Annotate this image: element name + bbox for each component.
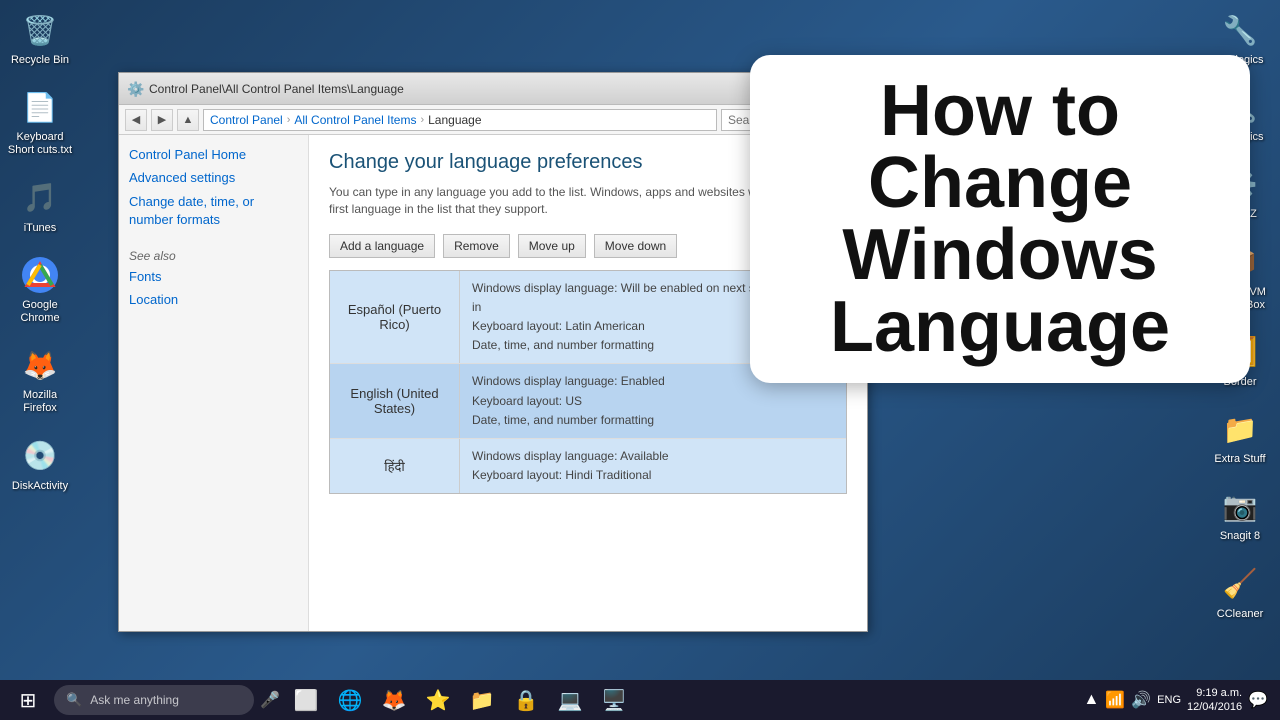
taskbar-search-input[interactable] — [90, 693, 240, 707]
sidebar-location[interactable]: Location — [129, 292, 298, 307]
diskactivity-image: 💿 — [20, 436, 60, 476]
sidebar-change-date-time[interactable]: Change date, time, or number formats — [129, 193, 298, 229]
overlay-line2: Change — [780, 147, 1220, 219]
recycle-bin-label: Recycle Bin — [11, 54, 69, 67]
snagit-icon[interactable]: 📷 Snagit 8 — [1205, 486, 1275, 543]
snagit-label: Snagit 8 — [1220, 530, 1260, 543]
search-icon: 🔍 — [66, 692, 82, 708]
keyboard-label: Keyboard Short cuts.txt — [5, 131, 75, 157]
desktop: 🗑️ Recycle Bin 📄 Keyboard Short cuts.txt… — [0, 0, 1280, 720]
taskbar-app-edge[interactable]: ⭐ — [418, 680, 458, 720]
breadcrumb-sep-2: › — [420, 114, 424, 126]
add-language-button[interactable]: Add a language — [329, 234, 435, 258]
taskbar-app-screen[interactable]: 🖥️ — [594, 680, 634, 720]
taskbar-app-firefox[interactable]: 🦊 — [374, 680, 414, 720]
extra-stuff-image: 📁 — [1220, 409, 1260, 449]
back-button[interactable]: ◀ — [125, 109, 147, 131]
itunes-icon[interactable]: 🎵 iTunes — [5, 178, 75, 235]
overlay-line4: Language — [780, 291, 1220, 363]
english-name: English (United States) — [330, 364, 460, 438]
spanish-detail3: Date, time, and number formatting — [472, 336, 773, 355]
google-chrome-icon[interactable]: Google Chrome — [5, 255, 75, 325]
spanish-detail1: Windows display language: Will be enable… — [472, 279, 773, 317]
chrome-label: Google Chrome — [5, 299, 75, 325]
forward-button[interactable]: ▶ — [151, 109, 173, 131]
taskbar-app-ie[interactable]: 🌐 — [330, 680, 370, 720]
tray-network-icon[interactable]: 📶 — [1105, 690, 1125, 710]
extra-stuff-label: Extra Stuff — [1214, 453, 1265, 466]
diskactivity-label: DiskActivity — [12, 480, 68, 493]
window-icon: ⚙️ — [127, 81, 143, 97]
tray-time-value: 9:19 a.m. — [1187, 686, 1242, 700]
address-path[interactable]: Control Panel › All Control Panel Items … — [203, 109, 717, 131]
start-button[interactable]: ⊞ — [8, 680, 48, 720]
tray-notification-icon[interactable]: 💬 — [1248, 690, 1268, 710]
english-detail2: Keyboard layout: US — [472, 392, 834, 411]
tray-chevron-icon[interactable]: ▲ — [1083, 691, 1099, 709]
taskbar-app-folder[interactable]: 📁 — [462, 680, 502, 720]
taskbar-mic-icon[interactable]: 🎤 — [260, 690, 280, 710]
diskactivity-icon[interactable]: 💿 DiskActivity — [5, 436, 75, 493]
keyboard-image: 📄 — [20, 87, 60, 127]
firefox-image: 🦊 — [20, 345, 60, 385]
firefox-icon[interactable]: 🦊 Mozilla Firefox — [5, 345, 75, 415]
recycle-bin-image: 🗑️ — [20, 10, 60, 50]
tray-clock: 9:19 a.m. 12/04/2016 — [1187, 686, 1242, 715]
spanish-detail2: Keyboard layout: Latin American — [472, 317, 773, 336]
taskbar: ⊞ 🔍 🎤 ⬜ 🌐 🦊 ⭐ 📁 🔒 💻 🖥️ ▲ 📶 🔊 ENG 9:19 a.… — [0, 680, 1280, 720]
itunes-image: 🎵 — [20, 178, 60, 218]
spanish-name: Español (Puerto Rico) — [330, 271, 460, 364]
taskbar-app-task-view[interactable]: ⬜ — [286, 680, 326, 720]
english-detail3: Date, time, and number formatting — [472, 411, 834, 430]
sidebar-advanced-settings[interactable]: Advanced settings — [129, 170, 298, 185]
hindi-name: हिंदी — [330, 439, 460, 493]
taskbar-app-lock[interactable]: 🔒 — [506, 680, 546, 720]
ccleaner-icon[interactable]: 🧹 CCleaner — [1205, 564, 1275, 621]
taskbar-search-box[interactable]: 🔍 — [54, 685, 254, 715]
ccleaner-image: 🧹 — [1220, 564, 1260, 604]
overlay-line1: How to — [780, 75, 1220, 147]
breadcrumb-language: Language — [428, 113, 481, 127]
see-also-heading: See also — [129, 249, 298, 263]
keyboard-shortcuts-icon[interactable]: 📄 Keyboard Short cuts.txt — [5, 87, 75, 157]
overlay-text-box: How to Change Windows Language — [750, 55, 1250, 383]
auslogics1-image: 🔧 — [1220, 10, 1260, 50]
hindi-detail1: Windows display language: Available — [472, 447, 834, 466]
desktop-icons-left: 🗑️ Recycle Bin 📄 Keyboard Short cuts.txt… — [0, 0, 80, 503]
ccleaner-label: CCleaner — [1217, 608, 1263, 621]
sidebar-fonts[interactable]: Fonts — [129, 269, 298, 284]
tray-date-value: 12/04/2016 — [1187, 700, 1242, 714]
breadcrumb-control-panel[interactable]: Control Panel — [210, 113, 283, 127]
firefox-label: Mozilla Firefox — [5, 389, 75, 415]
snagit-image: 📷 — [1220, 486, 1260, 526]
tray-volume-icon[interactable]: 🔊 — [1131, 690, 1151, 710]
chrome-image — [20, 255, 60, 295]
taskbar-apps: ⬜ 🌐 🦊 ⭐ 📁 🔒 💻 🖥️ — [286, 680, 1078, 720]
spanish-details: Windows display language: Will be enable… — [460, 271, 785, 364]
itunes-label: iTunes — [24, 222, 57, 235]
hindi-detail2: Keyboard layout: Hindi Traditional — [472, 466, 834, 485]
windows-logo-icon: ⊞ — [20, 688, 37, 713]
remove-button[interactable]: Remove — [443, 234, 510, 258]
overlay-line3: Windows — [780, 219, 1220, 291]
recycle-bin-icon[interactable]: 🗑️ Recycle Bin — [5, 10, 75, 67]
window-title-area: ⚙️ Control Panel\All Control Panel Items… — [127, 81, 404, 97]
taskbar-app-display[interactable]: 💻 — [550, 680, 590, 720]
hindi-details: Windows display language: Available Keyb… — [460, 439, 846, 493]
sidebar-control-panel-home[interactable]: Control Panel Home — [129, 147, 298, 162]
extra-stuff-icon[interactable]: 📁 Extra Stuff — [1205, 409, 1275, 466]
breadcrumb-sep-1: › — [287, 114, 291, 126]
tray-language[interactable]: ENG — [1157, 694, 1181, 706]
language-item-hindi[interactable]: हिंदी Windows display language: Availabl… — [330, 439, 846, 493]
move-down-button[interactable]: Move down — [594, 234, 677, 258]
breadcrumb-all-items[interactable]: All Control Panel Items — [294, 113, 416, 127]
window-title-text: Control Panel\All Control Panel Items\La… — [149, 82, 404, 96]
taskbar-tray: ▲ 📶 🔊 ENG 9:19 a.m. 12/04/2016 💬 — [1083, 686, 1272, 715]
up-button[interactable]: ▲ — [177, 109, 199, 131]
move-up-button[interactable]: Move up — [518, 234, 586, 258]
sidebar: Control Panel Home Advanced settings Cha… — [119, 135, 309, 631]
